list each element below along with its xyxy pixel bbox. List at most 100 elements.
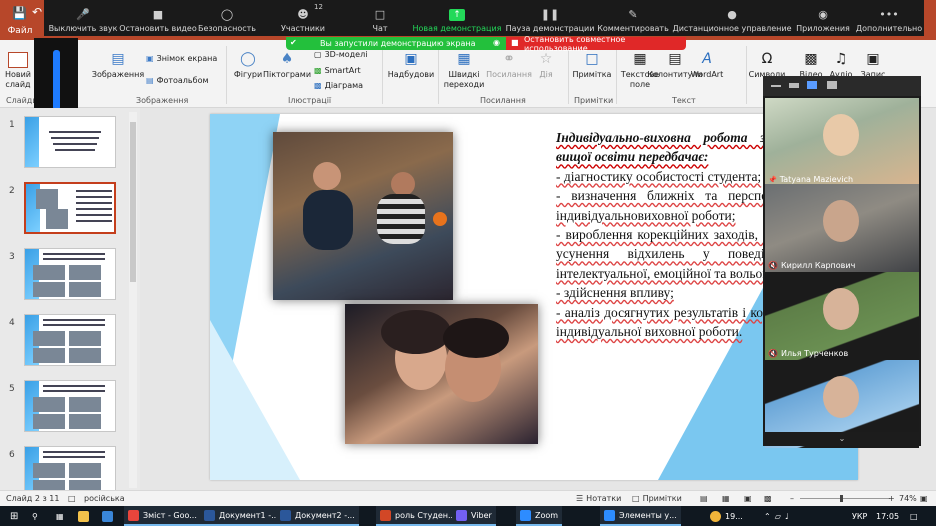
textbox-icon: ▦ (633, 51, 647, 67)
taskbar-app[interactable]: роль Студен... (376, 506, 460, 526)
stop-icon: ■ (511, 38, 519, 47)
speaker-icon: ♫ (834, 51, 848, 67)
fit-to-window-icon[interactable]: ▣ (920, 494, 928, 503)
participant-tile[interactable]: 📌 Tatyana Mazievich (765, 98, 919, 186)
zoom-slider[interactable] (800, 495, 890, 502)
taskbar-app[interactable]: Элементы у... (600, 506, 681, 526)
gallery-scroll-down[interactable]: ⌄ (763, 432, 921, 446)
clock[interactable]: 17:05 (872, 506, 903, 526)
action-button[interactable]: ☆ Дія (534, 50, 558, 80)
language-indicator[interactable]: російська (84, 494, 125, 503)
slide-thumbnail-row[interactable]: 3 (0, 248, 140, 310)
thumbnails-scrollbar[interactable] (129, 112, 137, 488)
annotate-button[interactable]: ✎ Комментировать (597, 0, 669, 36)
addins-button[interactable]: ▣ Надбудови (388, 50, 434, 80)
taskbar-app[interactable]: Документ2 -... (276, 506, 359, 526)
photo-two-girls[interactable] (345, 304, 538, 444)
thumbnail-photo (33, 414, 65, 429)
zoom-level[interactable]: 74% (899, 494, 917, 503)
new-share-button[interactable]: ↑ Новая демонстрация (413, 0, 502, 36)
images-label: Зображення (91, 70, 145, 79)
screenshot-button[interactable]: ▣ Знімок екрана (146, 54, 217, 63)
slideshow-view-icon[interactable]: ▩ (764, 494, 772, 503)
pause-share-button[interactable]: ❚❚ Пауза демонстрации (506, 0, 595, 36)
slide-thumbnail-row[interactable]: 2 (0, 182, 140, 244)
new-slide-button[interactable]: Новий слайд (4, 52, 32, 90)
slide-thumbnail[interactable] (24, 182, 116, 234)
stop-video-button[interactable]: ■ Остановить видео (119, 0, 196, 36)
thumbnail-photo (69, 265, 101, 280)
save-icon[interactable]: 💾 (12, 6, 27, 20)
slide-thumbnail[interactable] (24, 248, 116, 300)
task-view-button[interactable]: ▦ (52, 506, 68, 526)
zoom-in-icon[interactable]: + (888, 494, 895, 503)
notifications-button[interactable]: □ (906, 506, 922, 526)
participant-name: Tatyana Mazievich (779, 175, 854, 184)
reading-view-icon[interactable]: ▣ (744, 494, 752, 503)
participant-tile[interactable]: 🔇 Кирилл Карпович (765, 184, 919, 272)
taskbar-app[interactable]: Документ1 -... (200, 506, 283, 526)
smartart-button[interactable]: ▩ SmartArt (314, 66, 361, 75)
security-button[interactable]: ◯ Безопасность (198, 0, 256, 36)
thumbnail-text-line (43, 385, 105, 387)
slide-thumbnail[interactable] (24, 116, 116, 168)
slide-thumbnail-row[interactable]: 1 (0, 116, 140, 178)
store-button[interactable] (98, 506, 117, 526)
chat-button[interactable]: □ Чат (366, 0, 394, 36)
note-button[interactable]: □ Примітка (572, 50, 612, 80)
quicklinks-button[interactable]: ▦ Швидкі переходи (444, 50, 485, 90)
zoom-out-icon[interactable]: – (790, 494, 794, 503)
explorer-button[interactable] (74, 506, 93, 526)
slide-thumbnail[interactable] (24, 314, 116, 366)
taskbar-app[interactable]: Viber (452, 506, 496, 526)
minimize-icon[interactable] (771, 85, 781, 87)
search-button[interactable]: ⚲ (28, 506, 42, 526)
slide-thumbnail-row[interactable]: 5 (0, 380, 140, 442)
current-slide[interactable]: Індивідуально-виховна робота зі здобувач… (210, 114, 858, 480)
speaker-view-icon[interactable] (807, 81, 817, 89)
undo-icon[interactable]: ↶ (32, 5, 42, 19)
slide-thumbnail[interactable] (24, 380, 116, 432)
remote-control-button[interactable]: ● Дистанционное управление (672, 0, 791, 36)
more-button[interactable]: ••• Дополнительно (856, 0, 922, 36)
wordart-button[interactable]: A WordArt (690, 50, 724, 80)
sorter-view-icon[interactable]: ▦ (722, 494, 730, 503)
start-button[interactable]: ⊞ (6, 506, 22, 526)
thumbnail-text-line (76, 220, 112, 222)
tray-icons[interactable]: ⌃ ▱ ♩ (760, 506, 793, 526)
scrollbar-thumb[interactable] (130, 122, 136, 282)
diagram-button[interactable]: ▩ Діаграма (314, 81, 363, 90)
view-icon[interactable] (789, 83, 799, 88)
zoom-slider-thumb[interactable] (840, 495, 843, 502)
apps-button[interactable]: ◉ Приложения (796, 0, 850, 36)
headers-button[interactable]: ▤ Колонтитули (647, 50, 702, 80)
language-tray[interactable]: УКР (848, 506, 871, 526)
gallery-view-icon[interactable] (827, 81, 837, 89)
notes-button[interactable]: ☰ Нотатки (576, 494, 621, 503)
participant-tile[interactable]: 🔇 Илья Турченков (765, 272, 919, 360)
taskbar-app[interactable]: Zoom (516, 506, 563, 526)
camera-icon: ■ (152, 8, 164, 21)
photoalbum-button[interactable]: ▤ Фотоальбом (146, 76, 209, 85)
links-button[interactable]: ⚭ Посилання (486, 50, 532, 80)
pictograms-button[interactable]: ♠ Піктограми (263, 50, 311, 80)
spellcheck-icon[interactable]: □ (68, 494, 76, 503)
apps-label: Приложения (796, 24, 850, 33)
images-button[interactable]: ▤ Зображення (92, 50, 144, 80)
zoom-gallery: 📌 Tatyana Mazievich 🔇 Кирилл Карпович 🔇 Илья … (763, 76, 921, 448)
photo-bowling[interactable] (273, 132, 453, 300)
stop-share-button[interactable]: ■ Остановить совместное использование (506, 35, 686, 53)
photo-figure (443, 318, 509, 358)
file-tab[interactable]: Файл (6, 26, 34, 40)
slide-thumbnail-row[interactable]: 4 (0, 314, 140, 376)
models3d-button[interactable]: ▢ 3D-моделі (314, 50, 367, 59)
normal-view-icon[interactable]: ▤ (700, 494, 708, 503)
weather-widget[interactable]: 19... (706, 506, 747, 526)
taskbar-app[interactable]: Зміст - Goo... (124, 506, 201, 526)
comments-button[interactable]: □ Примітки (632, 494, 682, 503)
mute-button[interactable]: 🎤 Выключить звук (46, 0, 120, 36)
shapes-button[interactable]: ◯ Фігури (232, 50, 264, 80)
gallery-header (763, 76, 921, 96)
notes-label: Нотатки (586, 494, 622, 503)
volume-slider[interactable] (53, 50, 60, 110)
